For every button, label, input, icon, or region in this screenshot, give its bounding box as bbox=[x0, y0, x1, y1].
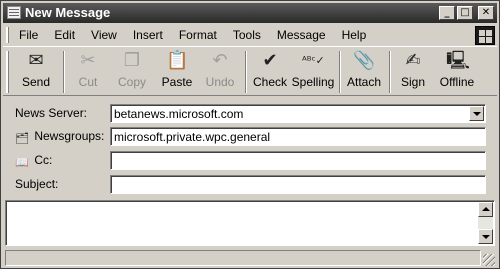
news-server-value: betanews.microsoft.com bbox=[114, 107, 244, 121]
paperclip-icon: 📎 bbox=[353, 50, 376, 71]
status-bar bbox=[3, 249, 497, 267]
newsgroups-icon: 🗂 bbox=[15, 132, 29, 145]
news-server-label: News Server: bbox=[15, 106, 88, 120]
message-window-icon[interactable] bbox=[7, 6, 21, 19]
news-server-combobox[interactable]: betanews.microsoft.com bbox=[110, 104, 486, 123]
subject-field[interactable] bbox=[110, 175, 486, 194]
message-body[interactable] bbox=[5, 200, 495, 246]
menu-bar: File Edit View Insert Format Tools Messa… bbox=[3, 25, 497, 45]
close-button[interactable]: ✕ bbox=[478, 6, 494, 20]
newsgroups-label: Newsgroups: bbox=[34, 129, 105, 143]
offline-button[interactable]: 🖳 Offline bbox=[437, 51, 477, 95]
offline-label: Offline bbox=[439, 75, 475, 89]
paste-button[interactable]: 📋 Paste bbox=[157, 51, 197, 95]
spelling-button[interactable]: ᴬᴮᶜ✓ Spelling bbox=[291, 51, 335, 95]
menu-insert[interactable]: Insert bbox=[127, 28, 169, 42]
scroll-up-icon[interactable] bbox=[478, 202, 493, 217]
paste-icon: 📋 bbox=[166, 50, 189, 71]
menu-edit[interactable]: Edit bbox=[48, 28, 81, 42]
sign-button[interactable]: ✍ Sign bbox=[397, 51, 429, 95]
address-book-icon: 📖 bbox=[15, 156, 29, 169]
sign-label: Sign bbox=[400, 75, 426, 89]
newsgroups-value: microsoft.private.wpc.general bbox=[114, 130, 271, 144]
cut-button[interactable]: ✂ Cut bbox=[71, 51, 105, 95]
window-title: New Message bbox=[25, 5, 111, 20]
copy-button[interactable]: ❐ Copy bbox=[113, 51, 151, 95]
undo-icon: ↶ bbox=[212, 50, 228, 71]
resize-grip-icon[interactable] bbox=[483, 254, 495, 266]
copy-label: Copy bbox=[117, 75, 146, 89]
attach-button[interactable]: 📎 Attach bbox=[345, 51, 383, 95]
menu-bar-grip[interactable] bbox=[6, 27, 9, 43]
cut-label: Cut bbox=[78, 75, 98, 89]
chevron-down-icon[interactable] bbox=[469, 106, 484, 121]
status-panel bbox=[5, 250, 481, 266]
undo-button[interactable]: ↶ Undo bbox=[203, 51, 237, 95]
toolbar: ✉ Send ✂ Cut ❐ Copy 📋 Paste ↶ Undo ✔ Che… bbox=[3, 46, 497, 96]
toolbar-separator bbox=[339, 51, 341, 93]
menu-items: File Edit View Insert Format Tools Messa… bbox=[13, 28, 376, 42]
check-names-icon: ✔ bbox=[262, 50, 278, 71]
subject-label: Subject: bbox=[15, 177, 59, 191]
toolbar-separator bbox=[245, 51, 247, 93]
check-label: Check bbox=[252, 75, 287, 89]
cc-field[interactable] bbox=[110, 151, 486, 170]
sign-icon: ✍ bbox=[405, 50, 421, 71]
cc-button[interactable]: 📖 Cc: bbox=[15, 153, 52, 169]
menu-view[interactable]: View bbox=[85, 28, 123, 42]
newsgroups-field[interactable]: microsoft.private.wpc.general bbox=[110, 127, 486, 146]
toolbar-grip[interactable] bbox=[6, 51, 9, 93]
undo-label: Undo bbox=[205, 75, 235, 89]
offline-icon: 🖳 bbox=[446, 50, 471, 71]
menu-format[interactable]: Format bbox=[173, 28, 223, 42]
spelling-label: Spelling bbox=[291, 75, 335, 89]
windows-logo-icon bbox=[475, 26, 495, 45]
minimize-button[interactable]: _ bbox=[439, 6, 455, 20]
toolbar-separator bbox=[63, 51, 65, 93]
title-bar[interactable]: New Message _ □ ✕ bbox=[3, 3, 497, 23]
copy-icon: ❐ bbox=[123, 50, 141, 71]
send-label: Send bbox=[21, 75, 51, 89]
scroll-down-icon[interactable] bbox=[478, 229, 493, 244]
cut-icon: ✂ bbox=[80, 50, 96, 71]
menu-tools[interactable]: Tools bbox=[227, 28, 267, 42]
check-names-button[interactable]: ✔ Check bbox=[251, 51, 289, 95]
newsgroups-button[interactable]: 🗂 Newsgroups: bbox=[15, 129, 104, 145]
cc-label: Cc: bbox=[34, 153, 53, 167]
toolbar-separator bbox=[389, 51, 391, 93]
new-message-window: New Message _ □ ✕ File Edit View Insert … bbox=[0, 0, 500, 269]
attach-label: Attach bbox=[346, 75, 382, 89]
menu-message[interactable]: Message bbox=[271, 28, 332, 42]
paste-label: Paste bbox=[161, 75, 193, 89]
menu-help[interactable]: Help bbox=[336, 28, 373, 42]
vertical-scrollbar[interactable] bbox=[478, 202, 493, 244]
maximize-button[interactable]: □ bbox=[457, 6, 473, 20]
send-button[interactable]: ✉ Send bbox=[17, 51, 55, 95]
send-icon: ✉ bbox=[28, 50, 44, 71]
spelling-icon: ᴬᴮᶜ✓ bbox=[302, 54, 325, 67]
menu-file[interactable]: File bbox=[13, 28, 44, 42]
